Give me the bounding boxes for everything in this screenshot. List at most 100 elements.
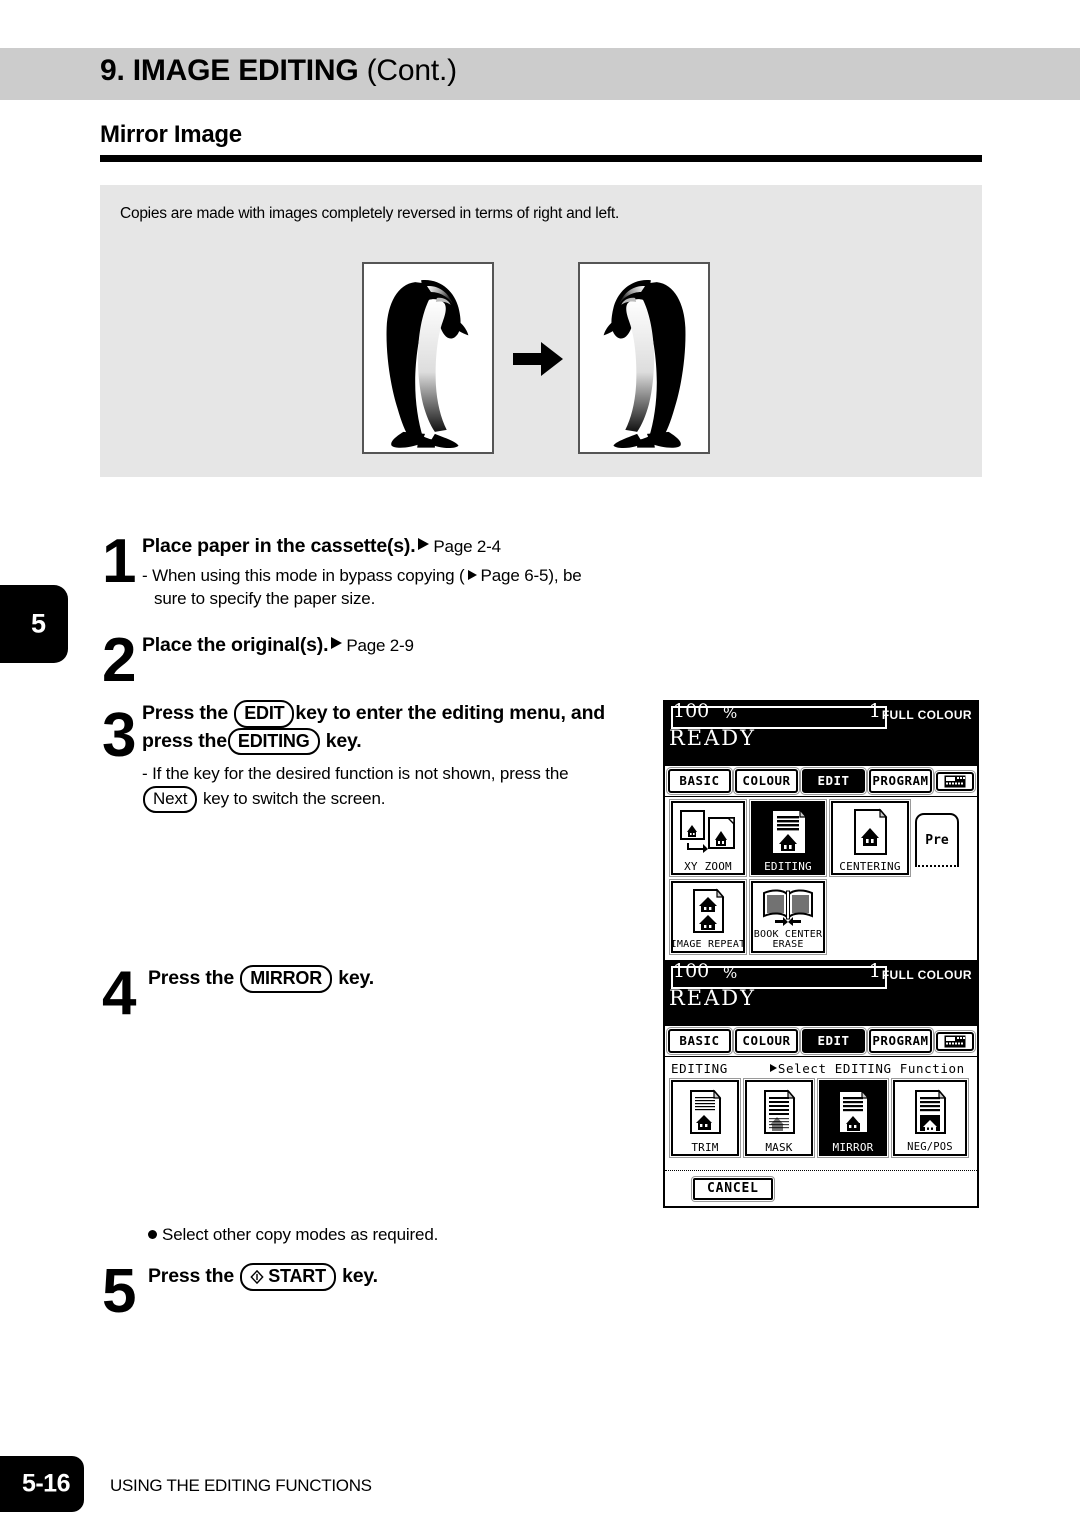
step-2-body: Place the original(s). Page 2-9 [142,632,662,660]
lcd2-status-header: 100 % 1 FULL COLOUR READY [665,962,977,1026]
step-5-body: Press the START key. [148,1263,588,1291]
step-1-note-part3: sure to specify the paper size. [154,588,376,608]
lcd2-mode-label: EDITING [671,1061,728,1076]
step-4-number: 4 [102,959,137,1028]
editing-icon [766,803,810,861]
lcd2-button-mirror[interactable]: MIRROR [819,1080,887,1156]
lcd2-label-mirror: MIRROR [832,1140,874,1154]
step-4-body: Press the MIRROR key. [148,965,588,993]
lcd1-button-editing[interactable]: EDITING [751,801,825,875]
lcd2-tab-program[interactable]: PROGRAM [869,1029,932,1053]
start-diamond-icon [250,1270,264,1284]
lcd-panel-editing-functions[interactable]: 100 % 1 FULL COLOUR READY BASIC COLOUR E… [663,960,979,1208]
book-center-erase-icon [761,883,815,930]
lcd2-label-neg-pos: NEG/POS [907,1141,953,1154]
page-title: 9. IMAGE EDITING (Cont.) [100,54,457,88]
lcd2-button-mask[interactable]: MASK [745,1080,813,1156]
edit-key-reference[interactable]: EDIT [234,700,295,728]
step-1-body: Place paper in the cassette(s). Page 2-4 … [142,533,662,611]
lcd1-button-xy-zoom[interactable]: XY ZOOM [671,801,745,875]
lcd2-percent-symbol: % [723,964,738,982]
chapter-title-text: 9. IMAGE EDITING [100,54,359,87]
step-1-number: 1 [102,527,137,596]
step-2-heading-text: Place the original(s). [142,634,329,656]
editing-key-reference[interactable]: EDITING [227,727,320,756]
step-1-note-part2: ), be [548,565,582,585]
next-key-reference[interactable]: Next [143,786,198,813]
copy-modes-note-text: Select other copy modes as required. [162,1225,439,1244]
start-key-reference[interactable]: START [240,1263,336,1291]
keypad-icon [944,775,966,787]
lcd2-prompt: Select EDITING Function [769,1061,965,1076]
step-4-heading-post: key. [338,967,374,989]
step-3-heading-pre: Press the [142,702,228,724]
lcd2-tab-edit[interactable]: EDIT [802,1029,865,1053]
lcd1-zoom-value: 100 [673,700,710,722]
step-3-body: Press the EDIT key to enter the editing m… [142,700,672,813]
lcd1-label-xy-zoom: XY ZOOM [684,859,732,873]
step-3-note: - If the key for the desired function is… [142,763,672,813]
lcd1-tab-basic[interactable]: BASIC [668,769,731,793]
lcd1-copy-count: 1 [868,700,881,722]
step-1-note-page-ref: Page 6-5 [480,565,549,585]
step-1-heading-text: Place paper in the cassette(s). [142,535,416,557]
step-5-heading-post: key. [342,1265,378,1287]
lcd1-function-grid: XY ZOOM EDITING CENTERING Pre IMAGE REPE… [665,797,977,969]
neg-pos-icon [911,1082,949,1142]
section-description: Copies are made with images completely r… [120,205,620,222]
lcd2-mode-row: EDITING Select EDITING Function [665,1057,977,1078]
step-2-heading: Place the original(s). Page 2-9 [142,632,662,660]
step-1-note: - When using this mode in bypass copying… [142,565,662,611]
lcd2-tab-basic[interactable]: BASIC [668,1029,731,1053]
page-ref-arrow-icon [418,538,430,550]
trim-icon [686,1082,724,1142]
step-5-heading: Press the START key. [148,1263,588,1291]
copy-modes-note: Select other copy modes as required. [148,1225,438,1245]
step-3-note-pre: - If the key for the desired function is… [142,764,569,784]
lcd1-colour-mode: FULL COLOUR [881,708,972,722]
lcd1-label-book-center-erase: BOOK CENTER ERASE [753,929,823,950]
lcd1-button-centering[interactable]: CENTERING [831,801,909,875]
lcd2-tab-keypad[interactable] [936,1031,974,1051]
lcd2-cancel-button[interactable]: CANCEL [693,1178,773,1200]
lcd1-label-editing: EDITING [764,859,812,873]
step-3-heading-line2-pre: press the [142,729,227,752]
mirror-key-reference[interactable]: MIRROR [240,965,333,993]
step-3-heading: Press the EDIT key to enter the editing m… [142,700,672,728]
step-2-number: 2 [102,626,137,695]
transform-arrow-icon [513,342,563,376]
lcd2-tab-colour[interactable]: COLOUR [735,1029,798,1053]
image-repeat-icon [689,883,727,940]
lcd2-button-neg-pos[interactable]: NEG/POS [893,1080,967,1156]
lcd2-button-trim[interactable]: TRIM [671,1080,739,1156]
step-1-page-ref: Page 2-4 [433,537,501,556]
lcd1-tab-edit[interactable]: EDIT [802,769,865,793]
lcd1-tab-colour[interactable]: COLOUR [735,769,798,793]
lcd1-tab-keypad[interactable] [936,771,974,791]
lcd1-button-image-repeat[interactable]: IMAGE REPEAT [671,881,745,953]
footer-page-tab: 5-16 [0,1456,84,1512]
section-title: Mirror Image [100,121,242,148]
lcd2-colour-mode: FULL COLOUR [881,968,972,982]
lcd1-tab-bar: BASIC COLOUR EDIT PROGRAM [665,766,977,797]
section-divider [100,155,982,162]
chapter-thumb-tab: 5 [0,585,68,663]
lcd1-button-book-center-erase[interactable]: BOOK CENTER ERASE [751,881,825,953]
xy-zoom-icon [679,803,737,861]
step-4-heading: Press the MIRROR key. [148,965,588,993]
lcd1-status-text: READY [669,726,757,750]
step-3-number: 3 [102,701,137,770]
lcd1-label-preview-partial: Pre [925,832,949,848]
step-2-page-ref: Page 2-9 [346,636,414,655]
lcd1-tab-program[interactable]: PROGRAM [869,769,932,793]
step-5-number: 5 [102,1257,137,1326]
step-3-heading-line2-post: key. [325,729,362,752]
step-5-heading-pre: Press the [148,1265,234,1287]
lcd-panel-edit-menu[interactable]: 100 % 1 FULL COLOUR READY BASIC COLOUR E… [663,700,979,971]
lcd2-prompt-text: Select EDITING Function [777,1061,965,1076]
lcd1-label-centering: CENTERING [839,859,901,873]
lcd2-zoom-value: 100 [673,960,710,982]
lcd2-function-grid: TRIM MASK MIRROR NEG/POS [665,1078,977,1170]
step-3-note-post: key to switch the screen. [202,789,386,809]
lcd1-button-preview-partial[interactable]: Pre [915,813,959,867]
